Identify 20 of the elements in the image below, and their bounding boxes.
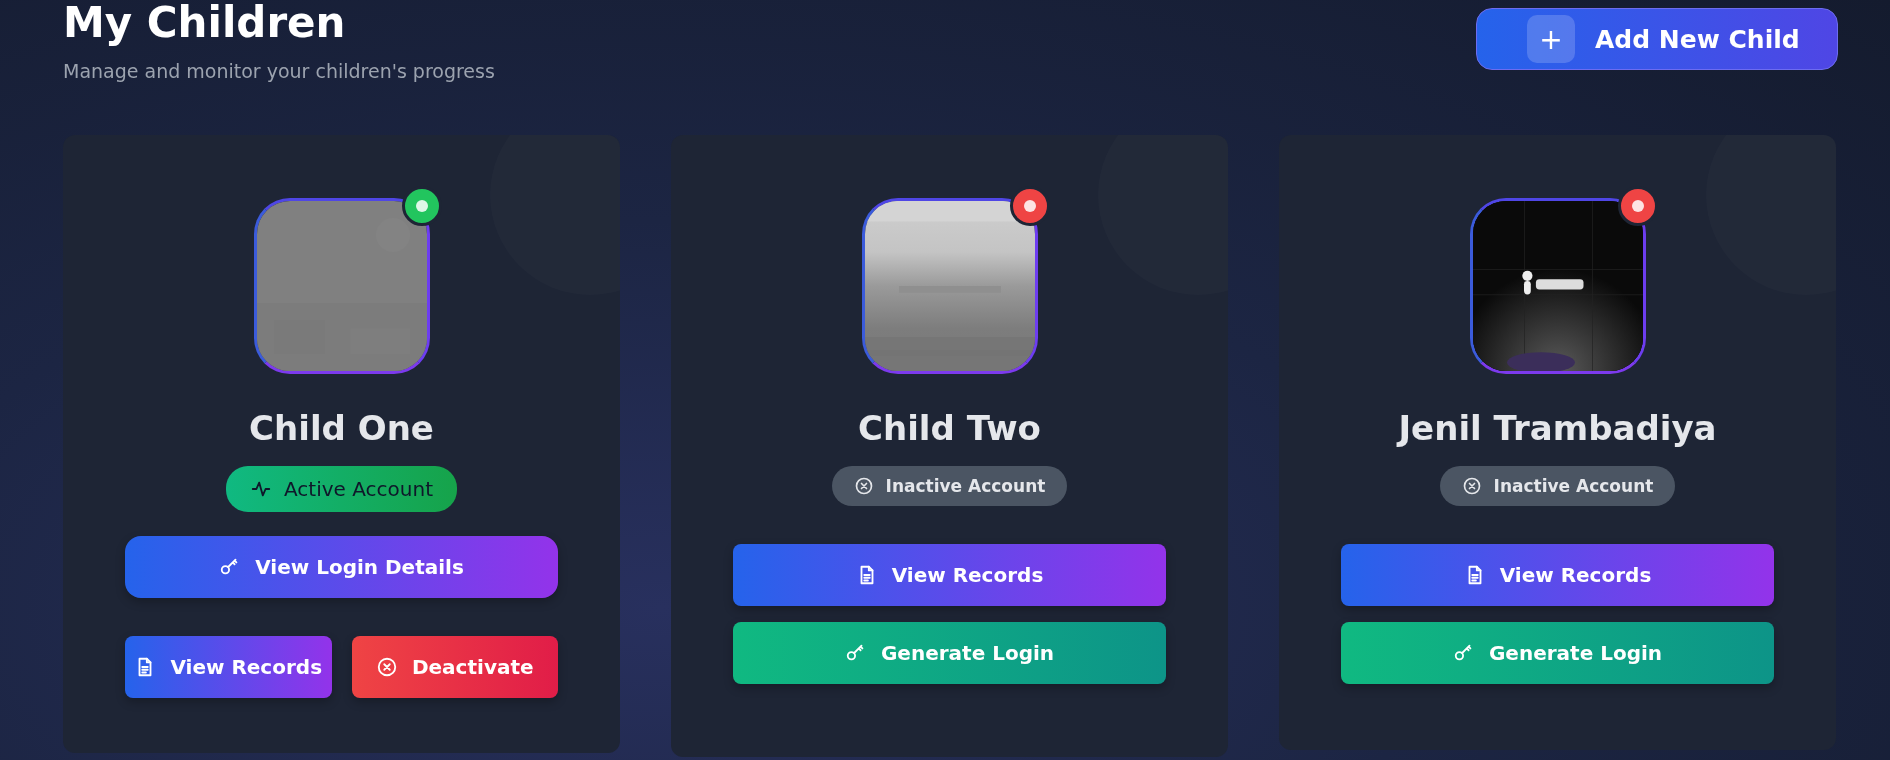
page-title: My Children [63, 0, 347, 46]
login-details-button[interactable]: View Login Details [125, 536, 558, 598]
records-button[interactable]: View Records [733, 544, 1166, 606]
add-child-button[interactable]: + Add New Child [1476, 8, 1838, 70]
deactivate-button[interactable]: Deactivate [351, 636, 558, 698]
status-badge: Inactive Account [1439, 466, 1676, 506]
child-name: Jenil Trambadiya [1398, 408, 1717, 448]
close-circle-icon [853, 476, 874, 496]
generate-login-button[interactable]: Generate Login [733, 622, 1166, 684]
child-name: Child One [249, 408, 434, 448]
status-badge: Inactive Account [831, 466, 1068, 506]
child-name: Child Two [858, 408, 1041, 448]
page-subtitle: Manage and monitor your children's progress [63, 60, 495, 82]
close-circle-icon [1461, 476, 1482, 496]
generate-login-button[interactable]: Generate Login [1341, 622, 1774, 684]
records-button[interactable]: View Records [125, 636, 332, 698]
status-badge: Active Account [226, 466, 457, 512]
records-button[interactable]: View Records [1341, 544, 1774, 606]
close-circle-icon [375, 656, 398, 678]
plus-icon: + [1527, 15, 1575, 63]
